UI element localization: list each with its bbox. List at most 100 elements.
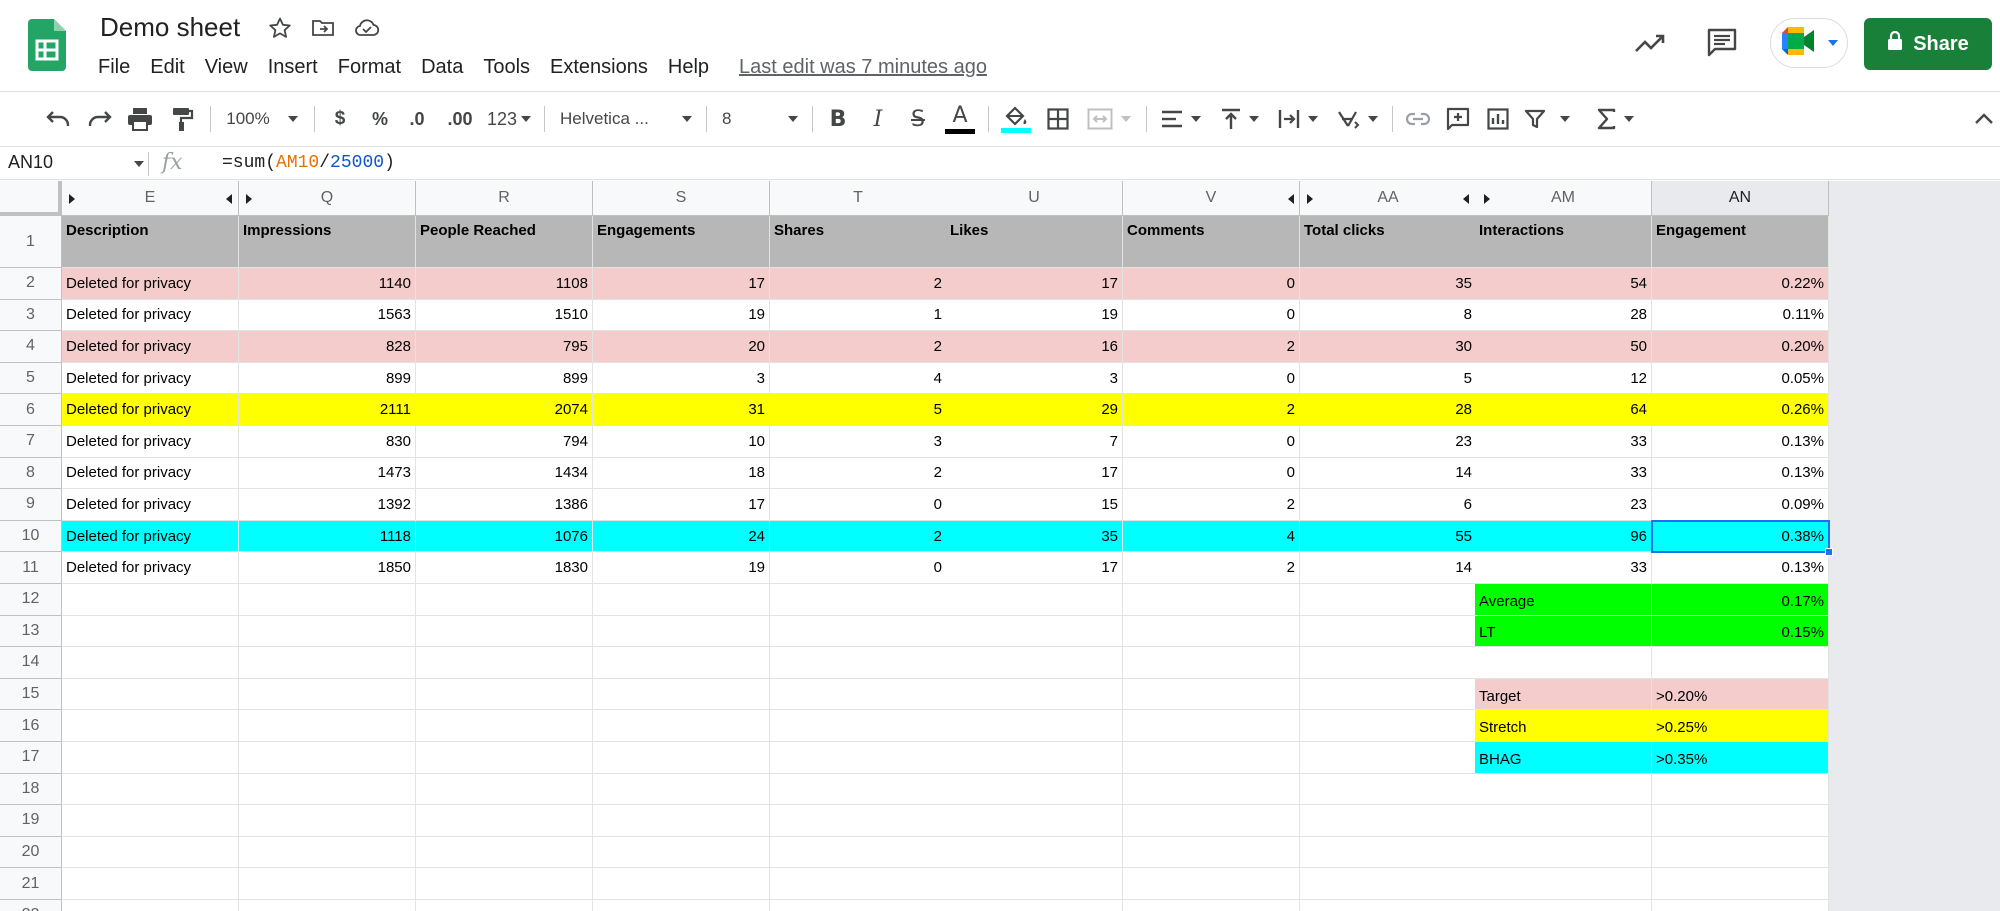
name-box[interactable]: AN10 [8, 152, 53, 173]
row-header-9[interactable]: 9 [0, 489, 62, 521]
header-cell[interactable]: Description [62, 216, 239, 268]
empty-cell[interactable] [770, 868, 947, 900]
data-cell[interactable]: 0.26% [1652, 394, 1829, 426]
row-header-19[interactable]: 19 [0, 805, 62, 837]
header-cell[interactable]: People Reached [416, 216, 593, 268]
row-header-5[interactable]: 5 [0, 362, 62, 395]
cloud-saved-icon[interactable] [353, 14, 381, 42]
empty-cell[interactable] [1300, 742, 1477, 774]
data-cell[interactable]: 23 [1300, 426, 1477, 458]
empty-cell[interactable] [62, 868, 239, 900]
data-cell[interactable]: 1510 [416, 299, 593, 332]
header-cell[interactable]: Engagement [1652, 216, 1829, 268]
empty-cell[interactable] [1300, 900, 1477, 911]
data-cell[interactable]: Deleted for privacy [62, 426, 239, 458]
data-cell[interactable]: 54 [1475, 268, 1652, 300]
data-cell[interactable]: 0 [1123, 426, 1300, 458]
data-cell[interactable]: 4 [1123, 520, 1300, 553]
empty-cell[interactable] [1123, 647, 1300, 679]
horizontal-align-icon[interactable] [1156, 100, 1206, 138]
column-header-e[interactable]: E [62, 181, 239, 216]
data-cell[interactable]: 29 [946, 394, 1123, 426]
empty-cell[interactable] [593, 678, 770, 711]
data-cell[interactable]: 1118 [239, 520, 416, 553]
empty-cell[interactable] [593, 805, 770, 837]
row-header-14[interactable]: 14 [0, 647, 62, 679]
data-cell[interactable]: 0.13% [1652, 426, 1829, 458]
data-cell[interactable]: 1386 [416, 489, 593, 521]
text-rotation-icon[interactable] [1332, 100, 1382, 138]
empty-cell[interactable] [416, 615, 593, 648]
data-cell[interactable]: 3 [593, 362, 770, 395]
data-cell[interactable]: 830 [239, 426, 416, 458]
menu-format[interactable]: Format [328, 54, 411, 81]
data-cell[interactable]: 10 [593, 426, 770, 458]
empty-cell[interactable] [1300, 805, 1477, 837]
empty-cell[interactable] [62, 584, 239, 616]
empty-cell[interactable] [593, 615, 770, 648]
data-cell[interactable]: 4 [770, 362, 947, 395]
row-header-4[interactable]: 4 [0, 331, 62, 363]
empty-cell[interactable] [770, 647, 947, 679]
empty-cell[interactable] [62, 805, 239, 837]
row-header-7[interactable]: 7 [0, 426, 62, 458]
empty-cell[interactable] [239, 710, 416, 742]
empty-cell[interactable] [416, 742, 593, 774]
data-cell[interactable]: 0 [1123, 299, 1300, 332]
empty-cell[interactable] [946, 647, 1123, 679]
data-cell[interactable]: 55 [1300, 520, 1477, 553]
column-header-aa[interactable]: AA [1300, 181, 1477, 216]
font-size-select[interactable]: 8 [716, 100, 804, 138]
data-cell[interactable]: 0.13% [1652, 552, 1829, 584]
column-header-am[interactable]: AM [1475, 181, 1652, 216]
column-header-v[interactable]: V [1123, 181, 1300, 216]
column-header-q[interactable]: Q [239, 181, 416, 216]
data-cell[interactable]: 19 [946, 299, 1123, 332]
hidden-columns-arrow-icon[interactable] [69, 194, 75, 204]
collapse-menus-icon[interactable] [1970, 100, 1998, 138]
row-header-6[interactable]: 6 [0, 394, 62, 426]
data-cell[interactable]: 7 [946, 426, 1123, 458]
empty-cell[interactable] [1300, 584, 1477, 616]
activity-trend-icon[interactable] [1632, 26, 1668, 62]
data-cell[interactable]: 0 [1123, 268, 1300, 300]
menu-insert[interactable]: Insert [258, 54, 328, 81]
name-box-chevron-down-icon[interactable] [134, 161, 144, 167]
empty-cell[interactable] [62, 900, 239, 911]
menu-extensions[interactable]: Extensions [540, 54, 658, 81]
column-header-s[interactable]: S [593, 181, 770, 216]
menu-edit[interactable]: Edit [140, 54, 194, 81]
data-cell[interactable]: 795 [416, 331, 593, 363]
document-title[interactable]: Demo sheet [100, 12, 240, 43]
empty-cell[interactable] [1475, 868, 1652, 900]
header-cell[interactable]: Engagements [593, 216, 770, 268]
data-cell[interactable]: 18 [593, 457, 770, 490]
data-cell[interactable]: 33 [1475, 552, 1652, 584]
empty-cell[interactable] [1123, 678, 1300, 711]
fill-color-button[interactable] [998, 100, 1034, 138]
data-cell[interactable]: 19 [593, 299, 770, 332]
hidden-columns-arrow-icon[interactable] [1484, 194, 1490, 204]
data-cell[interactable]: 0 [770, 552, 947, 584]
meet-button[interactable] [1770, 18, 1848, 68]
filter-icon[interactable] [1522, 100, 1572, 138]
increase-decimal-button[interactable]: .00 [440, 100, 480, 138]
data-cell[interactable]: 1434 [416, 457, 593, 490]
empty-cell[interactable] [416, 647, 593, 679]
empty-cell[interactable] [946, 678, 1123, 711]
summary-value-cell[interactable]: 0.17% [1652, 584, 1829, 616]
empty-cell[interactable] [1123, 773, 1300, 806]
data-cell[interactable]: 828 [239, 331, 416, 363]
data-cell[interactable]: 64 [1475, 394, 1652, 426]
data-cell[interactable]: 17 [946, 268, 1123, 300]
row-header-2[interactable]: 2 [0, 268, 62, 300]
menu-tools[interactable]: Tools [473, 54, 540, 81]
data-cell[interactable]: 2 [1123, 489, 1300, 521]
data-cell[interactable]: Deleted for privacy [62, 394, 239, 426]
empty-cell[interactable] [593, 647, 770, 679]
empty-cell[interactable] [770, 615, 947, 648]
empty-cell[interactable] [239, 900, 416, 911]
empty-cell[interactable] [946, 584, 1123, 616]
empty-cell[interactable] [1123, 742, 1300, 774]
empty-cell[interactable] [1123, 615, 1300, 648]
